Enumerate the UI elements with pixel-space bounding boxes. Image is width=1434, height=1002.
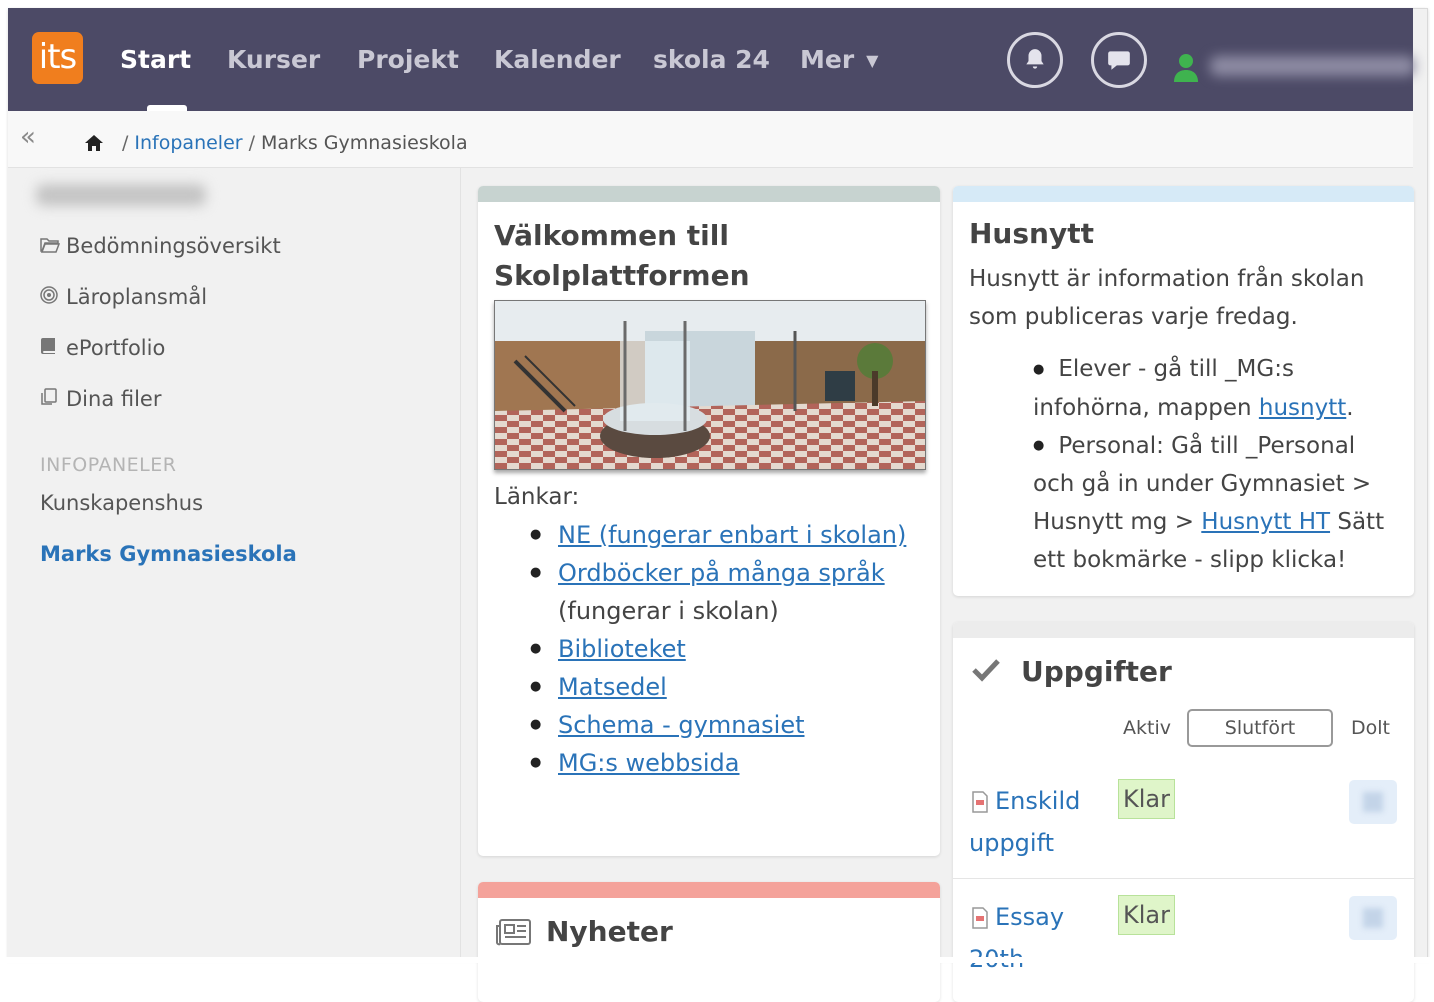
breadcrumb-current: Marks Gymnasieskola [261, 132, 468, 154]
sidebar-item-bedomningsoversikt[interactable]: Bedömningsöversikt [40, 232, 281, 262]
link-biblioteket[interactable]: Biblioteket [558, 635, 686, 663]
breadcrumb: « / Infopaneler / Marks Gymnasieskola [8, 111, 1413, 168]
task-name-line1: Enskild [995, 787, 1081, 815]
link-ordbocker[interactable]: Ordböcker på många språk [558, 559, 885, 587]
list-item: NE (fungerar enbart i skolan) [530, 516, 918, 554]
welcome-title: Välkommen till Skolplattformen [494, 216, 750, 296]
its-logo[interactable]: its [32, 32, 83, 84]
husnytt-item1-text: Elever - gå till _MG:s infohörna, mappen [1033, 356, 1294, 421]
book-icon [40, 336, 66, 364]
sidebar-item-laroplansmal[interactable]: Läroplansmål [40, 283, 207, 313]
task-enskild-uppgift[interactable]: Enskild uppgift [969, 780, 1099, 864]
chat-icon [1108, 51, 1130, 70]
sidebar-item-label: Bedömningsöversikt [66, 234, 281, 258]
nav-mer-label: Mer [800, 45, 855, 74]
sidebar-item-eportfolio[interactable]: ePortfolio [40, 334, 165, 364]
infopaneler-header: INFOPANELER [40, 454, 177, 476]
link-matsedel[interactable]: Matsedel [558, 673, 667, 701]
filter-aktiv[interactable]: Aktiv [1123, 710, 1171, 746]
breadcrumb-trail: / Infopaneler / Marks Gymnasieskola [116, 130, 468, 156]
task-name-line2: uppgift [969, 829, 1055, 857]
status-badge: Klar [1118, 895, 1175, 935]
breadcrumb-separator: / [248, 132, 255, 154]
link-husnytt-ht[interactable]: Husnytt HT [1201, 509, 1330, 535]
husnytt-list: Elever - gå till _MG:s infohörna, mappen… [1033, 350, 1393, 579]
list-item: Elever - gå till _MG:s infohörna, mappen… [1033, 350, 1393, 427]
link-note: (fungerar i skolan) [558, 597, 779, 625]
task-essay[interactable]: Essay20th [969, 896, 1099, 980]
checkmark-icon [972, 659, 1000, 682]
filter-slutfort[interactable]: Slutfört [1187, 709, 1333, 747]
nyheter-title: Nyheter [546, 915, 673, 948]
user-name-blurred[interactable] [1210, 56, 1415, 76]
list-item: Schema - gymnasiet [530, 706, 918, 744]
uppgifter-title: Uppgifter [1021, 655, 1172, 688]
panel-top-strip [478, 186, 940, 202]
nav-mer[interactable]: Mer ▼ [800, 40, 878, 81]
panel-top-strip [478, 882, 940, 898]
bell-icon [1026, 49, 1044, 69]
husnytt-item1-end: . [1346, 394, 1354, 421]
uppgifter-panel: Uppgifter Aktiv Slutfört Dolt Enskild upp… [953, 622, 1414, 1002]
notifications-button[interactable] [1007, 32, 1063, 88]
link-schema[interactable]: Schema - gymnasiet [558, 711, 805, 739]
task-name-line1: Essay [995, 903, 1065, 931]
links-label: Länkar: [494, 484, 580, 510]
nav-kalender[interactable]: Kalender [494, 40, 621, 80]
welcome-panel: Välkommen till Skolplattformen Länkar: ●… [478, 186, 940, 856]
list-item: Personal: Gå till _Personal och gå in un… [1033, 427, 1393, 580]
newspaper-icon [496, 919, 531, 946]
page-bottom-edge [0, 957, 1434, 963]
blurred-course-name [36, 184, 206, 206]
welcome-title-line2: Skolplattformen [494, 259, 750, 292]
sidebar-item-kunskapenshus[interactable]: Kunskapenshus [40, 489, 203, 517]
husnytt-intro: Husnytt är information från skolan som p… [969, 266, 1365, 330]
list-item: Matsedel [530, 668, 918, 706]
breadcrumb-separator: / [122, 132, 129, 154]
folder-open-icon [40, 234, 66, 262]
link-mg-webbsida[interactable]: MG:s webbsida [558, 749, 740, 777]
school-lobby-image [494, 300, 926, 470]
nav-skola24[interactable]: skola 24 [653, 40, 770, 80]
panel-top-strip [953, 622, 1414, 638]
document-icon [972, 791, 988, 813]
home-icon[interactable] [84, 133, 104, 153]
top-navigation: its Start Kurser Projekt Kalender skola … [8, 8, 1415, 111]
document-icon [972, 907, 988, 929]
husnytt-title: Husnytt [969, 217, 1094, 250]
welcome-title-line1: Välkommen till [494, 219, 729, 252]
sidebar-item-label: Dina filer [66, 387, 162, 411]
sidebar-item-label: Läroplansmål [66, 285, 208, 309]
husnytt-panel: Husnytt Husnytt är information från skol… [953, 186, 1414, 596]
list-item: MG:s webbsida [530, 744, 918, 782]
link-husnytt[interactable]: husnytt [1259, 395, 1346, 421]
list-item: Biblioteket [530, 630, 918, 668]
files-icon [40, 387, 66, 415]
sidebar-item-label: ePortfolio [66, 336, 166, 360]
task-action-button[interactable] [1349, 780, 1397, 824]
link-ne[interactable]: NE (fungerar enbart i skolan) [558, 521, 906, 549]
nav-projekt[interactable]: Projekt [357, 40, 459, 80]
collapse-sidebar-icon[interactable]: « [20, 123, 36, 151]
task-action-button[interactable] [1349, 896, 1397, 940]
panel-top-strip [953, 186, 1414, 202]
target-icon [40, 285, 66, 313]
breadcrumb-infopaneler[interactable]: Infopaneler [134, 132, 242, 154]
list-item: Ordböcker på många språk (fungerar i skol… [530, 554, 918, 630]
nav-start[interactable]: Start [120, 40, 191, 80]
divider [953, 878, 1414, 879]
sidebar-item-marks-gymnasieskola[interactable]: Marks Gymnasieskola [40, 540, 297, 568]
nyheter-panel: Nyheter [478, 882, 940, 1002]
sidebar-item-dina-filer[interactable]: Dina filer [40, 385, 161, 415]
user-icon[interactable] [1172, 53, 1200, 83]
caret-down-icon: ▼ [866, 51, 879, 70]
sidebar: Bedömningsöversikt Läroplansmål ePortfol… [8, 168, 461, 958]
filter-dolt[interactable]: Dolt [1351, 710, 1390, 746]
nav-kurser[interactable]: Kurser [227, 40, 320, 80]
links-list: NE (fungerar enbart i skolan) Ordböcker … [530, 516, 918, 782]
status-badge: Klar [1118, 779, 1175, 819]
messages-button[interactable] [1091, 32, 1147, 88]
